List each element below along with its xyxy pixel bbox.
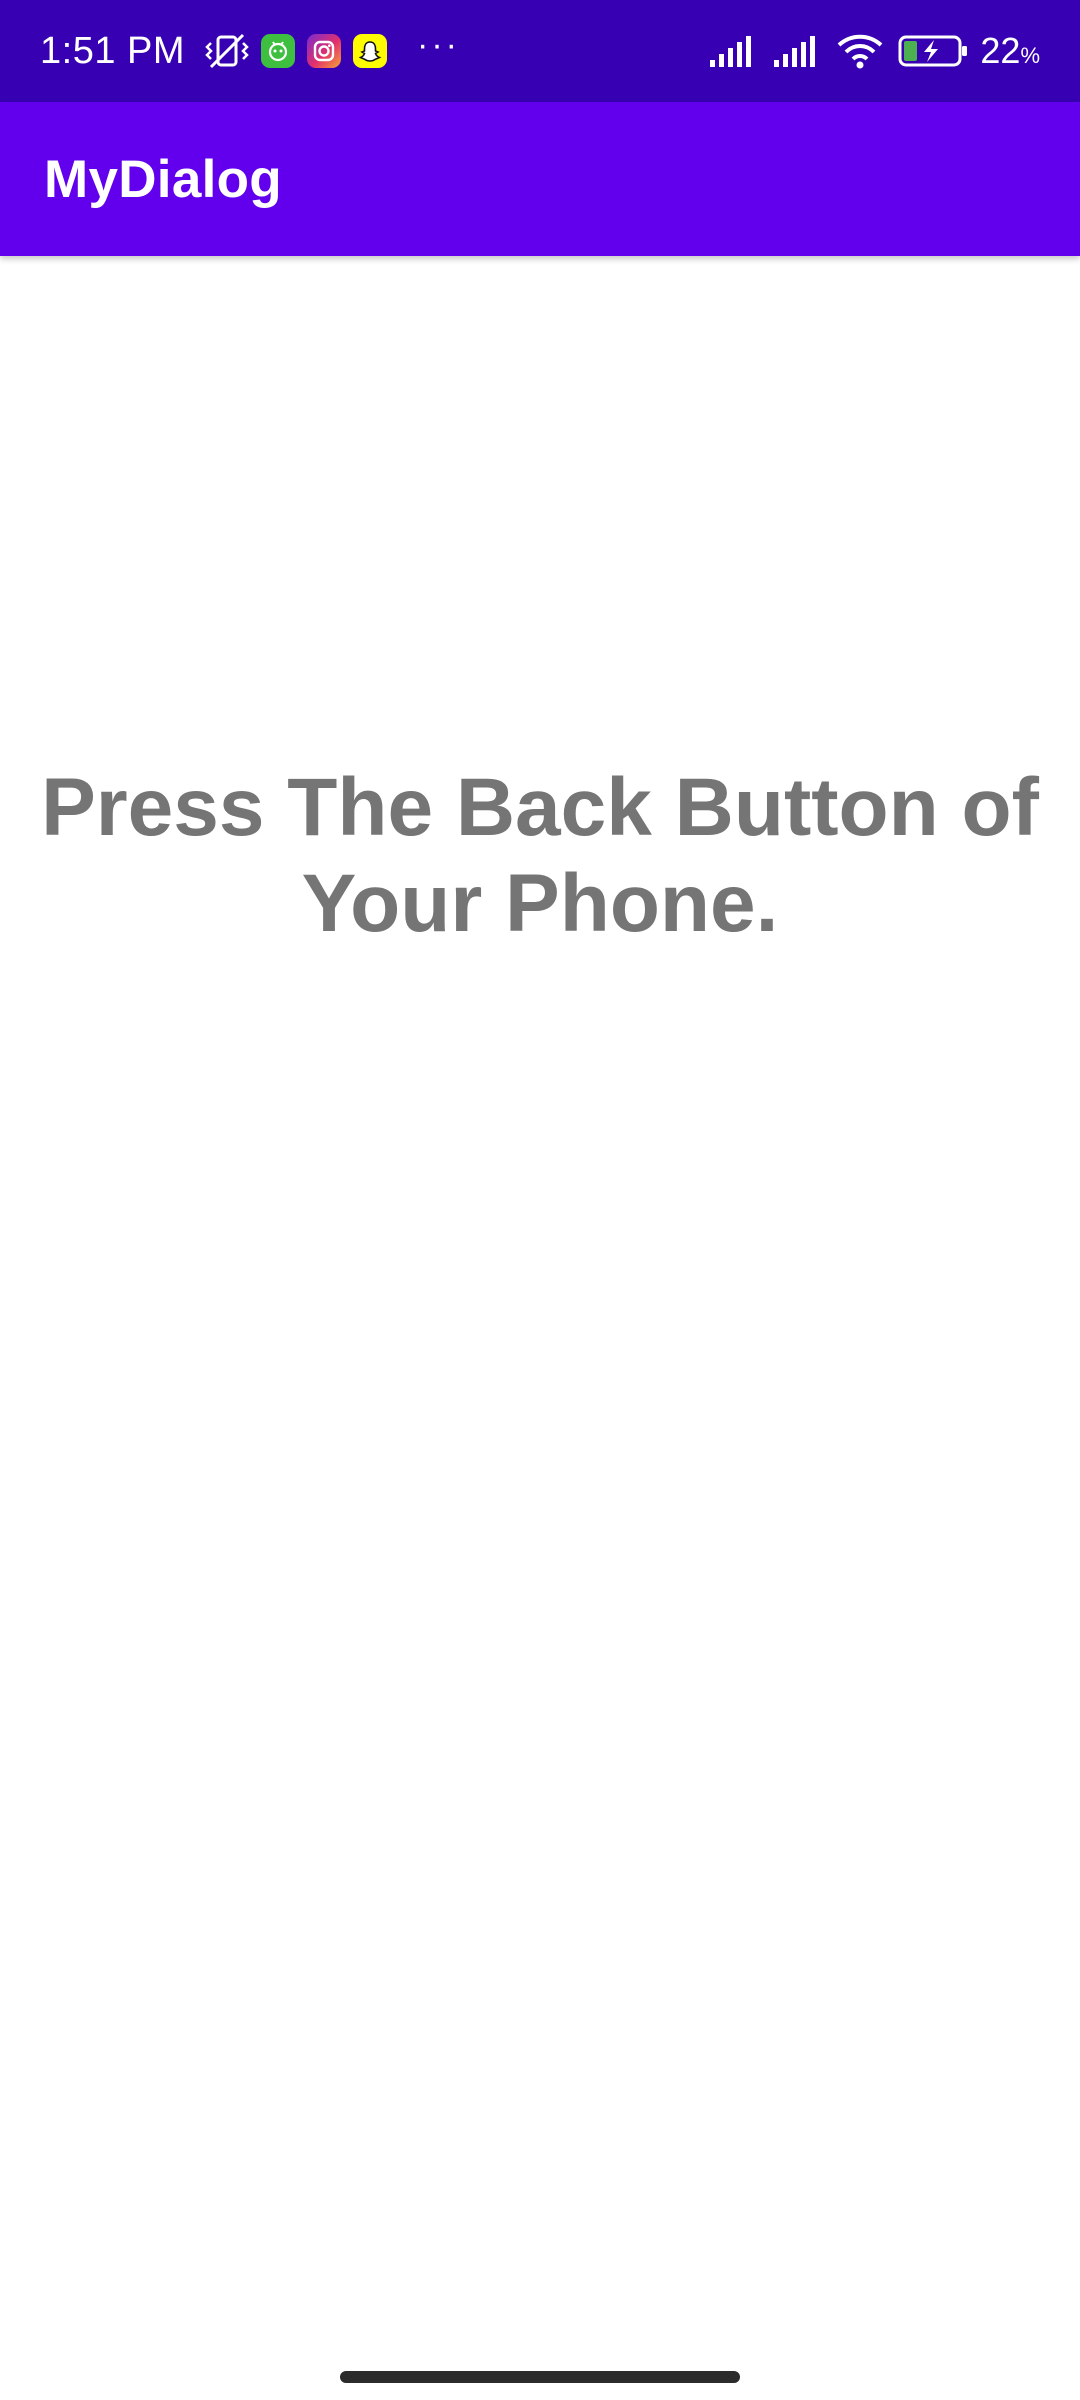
battery-charging-icon [898, 33, 970, 69]
signal-sim2-icon [772, 34, 822, 68]
screen: 1:51 PM ··· 22% MyDialog Press The Back … [0, 0, 1080, 2400]
status-right: 22% [694, 0, 1040, 102]
battery-percentage: 22% [980, 30, 1040, 72]
wifi-icon [836, 32, 884, 70]
app-bar: MyDialog [0, 102, 1080, 256]
snapchat-icon [353, 34, 388, 68]
status-left: 1:51 PM ··· [40, 0, 460, 102]
more-notifications-icon: ··· [417, 26, 460, 64]
main-content: Press The Back Button of Your Phone. [0, 256, 1080, 2400]
instruction-text: Press The Back Button of Your Phone. [41, 762, 1039, 949]
battery-value: 22 [980, 30, 1021, 71]
app-title: MyDialog [44, 149, 282, 209]
android-app-icon [261, 34, 296, 68]
status-bar: 1:51 PM ··· 22% [0, 0, 1080, 102]
signal-sim1-icon [708, 34, 758, 68]
gesture-nav-handle[interactable] [340, 2371, 740, 2383]
instagram-icon [307, 34, 342, 68]
vibrate-off-icon [205, 31, 249, 71]
status-time: 1:51 PM [40, 29, 186, 72]
battery-unit: % [1020, 43, 1040, 68]
